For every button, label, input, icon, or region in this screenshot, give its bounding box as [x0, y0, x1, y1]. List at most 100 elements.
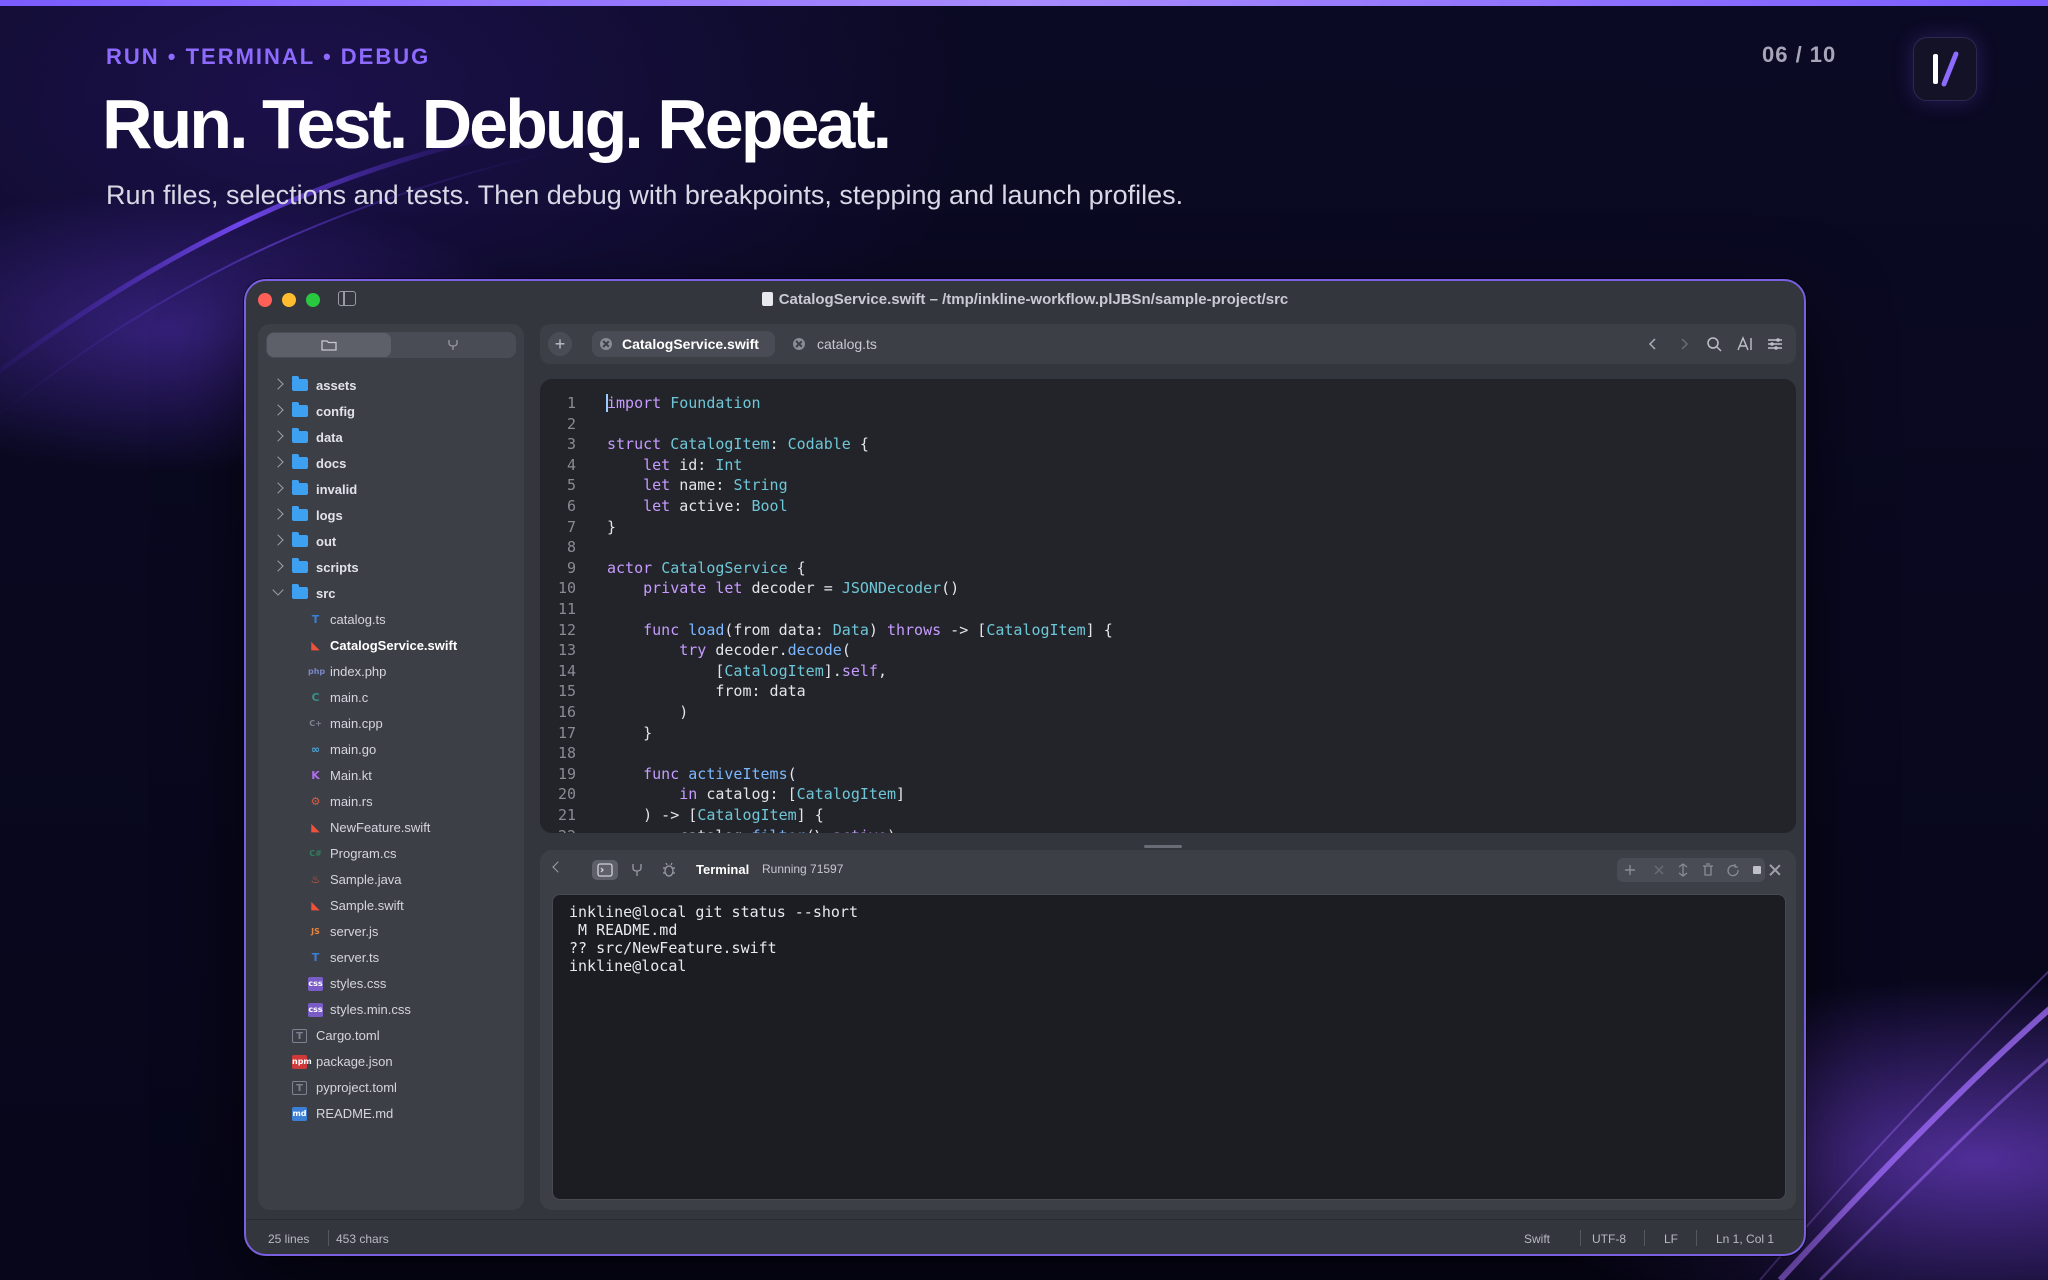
- panel-resize-handle[interactable]: [1144, 845, 1182, 848]
- folder-icon: [292, 402, 308, 417]
- kill-terminal-icon[interactable]: [1654, 865, 1664, 875]
- code-text: func load(from data: Data) throws -> [Ca…: [643, 620, 1113, 639]
- file-encoding[interactable]: UTF-8: [1592, 1232, 1626, 1246]
- git-branch-tab-icon[interactable]: [624, 860, 650, 880]
- chevron-left-icon[interactable]: [552, 861, 564, 873]
- trash-icon[interactable]: [1703, 863, 1713, 876]
- chevron-right-icon[interactable]: [272, 456, 284, 468]
- folder-label: scripts: [316, 560, 359, 575]
- file-row[interactable]: ∞ main.go: [258, 738, 524, 762]
- source-control-view-button[interactable]: [391, 333, 515, 357]
- file-row[interactable]: ⚙ main.rs: [258, 790, 524, 814]
- folder-row-src[interactable]: src: [258, 582, 524, 606]
- folder-icon: [292, 376, 308, 391]
- add-terminal-icon[interactable]: [1625, 865, 1635, 875]
- code-text: [CatalogItem].self,: [607, 661, 887, 680]
- cursor-position[interactable]: Ln 1, Col 1: [1716, 1232, 1774, 1246]
- code-text: import Foundation: [607, 394, 761, 412]
- chevron-right-icon[interactable]: [272, 378, 284, 390]
- forward-icon[interactable]: [1673, 334, 1695, 354]
- typescript-icon: T: [311, 613, 320, 626]
- chevron-right-icon[interactable]: [272, 430, 284, 442]
- chevron-right-icon[interactable]: [272, 404, 284, 416]
- divider: [1644, 1230, 1645, 1246]
- line-number: 13: [557, 641, 576, 660]
- file-row[interactable]: php index.php: [258, 660, 524, 684]
- close-tab-icon[interactable]: [600, 338, 612, 350]
- language-mode[interactable]: Swift: [1524, 1232, 1550, 1246]
- file-row[interactable]: Tcatalog.ts: [258, 608, 524, 632]
- close-tab-icon[interactable]: [793, 338, 805, 350]
- code-text: in catalog: [CatalogItem]: [679, 785, 906, 804]
- folder-label: config: [316, 404, 355, 419]
- file-row[interactable]: Cmain.c: [258, 686, 524, 710]
- file-row[interactable]: C# Program.cs: [258, 842, 524, 866]
- file-row[interactable]: T Cargo.toml: [258, 1024, 524, 1048]
- folder-row-assets[interactable]: assets: [258, 374, 524, 398]
- folder-icon: [292, 428, 308, 443]
- chevron-right-icon[interactable]: [272, 482, 284, 494]
- file-label: pyproject.toml: [316, 1080, 397, 1095]
- file-row[interactable]: ◣ NewFeature.swift: [258, 816, 524, 840]
- folder-label: logs: [316, 508, 343, 523]
- debug-bug-icon[interactable]: [656, 860, 682, 880]
- chevron-down-icon[interactable]: [272, 584, 284, 596]
- tab-catalog-ts[interactable]: catalog.ts: [785, 331, 905, 357]
- stop-icon[interactable]: [1753, 866, 1761, 874]
- file-row[interactable]: css styles.css: [258, 972, 524, 996]
- java-icon: ♨: [310, 873, 321, 886]
- file-row[interactable]: ◣ CatalogService.swift: [258, 634, 524, 658]
- file-row[interactable]: C+ main.cpp: [258, 712, 524, 736]
- code-line: 21 ) -> [CatalogItem] {: [540, 805, 1796, 825]
- folder-row-logs[interactable]: logs: [258, 504, 524, 528]
- code-line: 2: [540, 414, 1796, 434]
- file-row[interactable]: K Main.kt: [258, 764, 524, 788]
- code-line: 11: [540, 599, 1796, 619]
- file-row[interactable]: ♨ Sample.java: [258, 868, 524, 892]
- code-editor[interactable]: 1 import Foundation 2 3 struct CatalogItem: …: [540, 379, 1796, 833]
- search-icon[interactable]: [1703, 334, 1725, 354]
- terminal-title: Terminal: [696, 862, 750, 877]
- folder-row-data[interactable]: data: [258, 426, 524, 450]
- close-panel-icon[interactable]: [1768, 863, 1782, 877]
- back-icon[interactable]: [1642, 334, 1664, 354]
- line-number: 20: [557, 785, 576, 804]
- line-ending[interactable]: LF: [1664, 1232, 1678, 1246]
- folder-row-out[interactable]: out: [258, 530, 524, 554]
- chevron-right-icon[interactable]: [272, 560, 284, 572]
- split-terminal-icon[interactable]: [1678, 863, 1688, 877]
- branch-icon: [448, 340, 458, 350]
- file-row[interactable]: md README.md: [258, 1102, 524, 1126]
- folder-row-invalid[interactable]: invalid: [258, 478, 524, 502]
- chevron-right-icon[interactable]: [272, 508, 284, 520]
- file-row[interactable]: css styles.min.css: [258, 998, 524, 1022]
- kotlin-icon: K: [311, 769, 320, 782]
- file-row[interactable]: JS server.js: [258, 920, 524, 944]
- terminal-output[interactable]: inkline@local git status --short M READM…: [552, 894, 1786, 1200]
- code-line: 13 try decoder.decode(: [540, 640, 1796, 660]
- new-tab-button[interactable]: +: [548, 332, 572, 356]
- code-text: let name: String: [643, 476, 788, 495]
- line-count: 25 lines: [268, 1232, 310, 1246]
- files-view-button[interactable]: [267, 333, 391, 357]
- file-row[interactable]: npm package.json: [258, 1050, 524, 1074]
- folder-row-docs[interactable]: docs: [258, 452, 524, 476]
- text-format-icon[interactable]: [1734, 334, 1756, 354]
- divider: [1580, 1230, 1581, 1246]
- settings-sliders-icon[interactable]: [1764, 334, 1786, 354]
- folder-row-scripts[interactable]: scripts: [258, 556, 524, 580]
- restart-icon[interactable]: [1727, 864, 1739, 877]
- folder-row-config[interactable]: config: [258, 400, 524, 424]
- file-row[interactable]: Tserver.ts: [258, 946, 524, 970]
- text-cursor: [606, 394, 608, 412]
- tab-catalogservice-swift[interactable]: CatalogService.swift: [592, 331, 775, 357]
- terminal-tab-icon[interactable]: [592, 860, 618, 880]
- line-number: 5: [566, 476, 576, 495]
- code-line: 6 let active: Bool: [540, 496, 1796, 516]
- file-row[interactable]: Tpyproject.toml: [258, 1076, 524, 1100]
- swift-icon: ◣: [311, 821, 320, 834]
- file-row[interactable]: ◣ Sample.swift: [258, 894, 524, 918]
- code-line: 12 func load(from data: Data) throws -> …: [540, 620, 1796, 640]
- chevron-right-icon[interactable]: [272, 534, 284, 546]
- folder-label: docs: [316, 456, 347, 471]
